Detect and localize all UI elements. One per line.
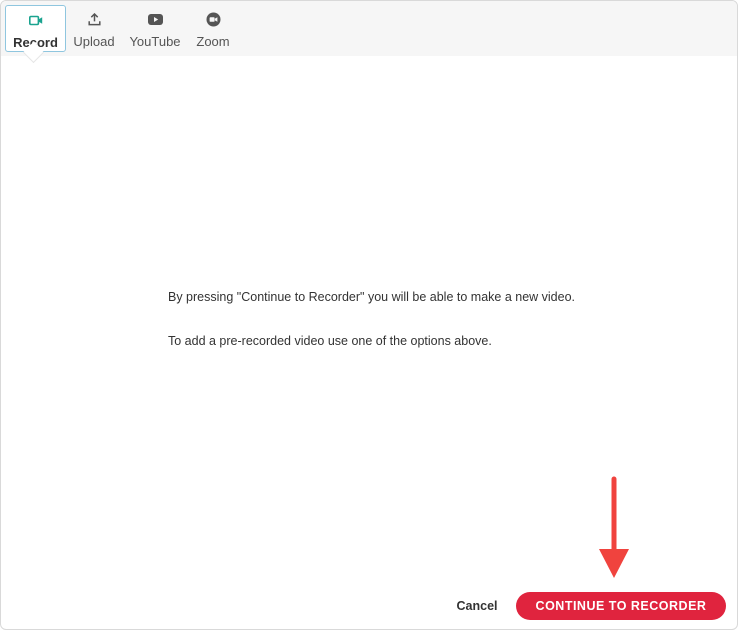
source-tab-bar: Record Upload YouTube Zoom bbox=[1, 1, 737, 56]
tab-youtube[interactable]: YouTube bbox=[122, 5, 188, 52]
tab-zoom[interactable]: Zoom bbox=[188, 5, 238, 52]
tab-youtube-label: YouTube bbox=[129, 34, 181, 49]
cancel-button[interactable]: Cancel bbox=[449, 595, 505, 617]
tab-record-label: Record bbox=[13, 35, 58, 50]
video-camera-icon bbox=[26, 12, 46, 28]
recorder-instructions: By pressing "Continue to Recorder" you w… bbox=[168, 289, 575, 349]
instruction-new-video: By pressing "Continue to Recorder" you w… bbox=[168, 290, 576, 304]
zoom-icon bbox=[203, 11, 223, 27]
tab-zoom-label: Zoom bbox=[196, 34, 230, 49]
continue-to-recorder-button[interactable]: CONTINUE TO RECORDER bbox=[516, 592, 726, 620]
instruction-prerecorded: To add a pre-recorded video use one of t… bbox=[168, 334, 492, 348]
upload-icon bbox=[84, 11, 104, 27]
tab-record[interactable]: Record bbox=[5, 5, 66, 52]
record-video-dialog: Record Upload YouTube Zoom By pressing "… bbox=[0, 0, 738, 630]
tab-upload[interactable]: Upload bbox=[66, 5, 122, 52]
youtube-icon bbox=[145, 11, 165, 27]
annotation-arrow-icon bbox=[599, 476, 629, 578]
tab-upload-label: Upload bbox=[73, 34, 115, 49]
